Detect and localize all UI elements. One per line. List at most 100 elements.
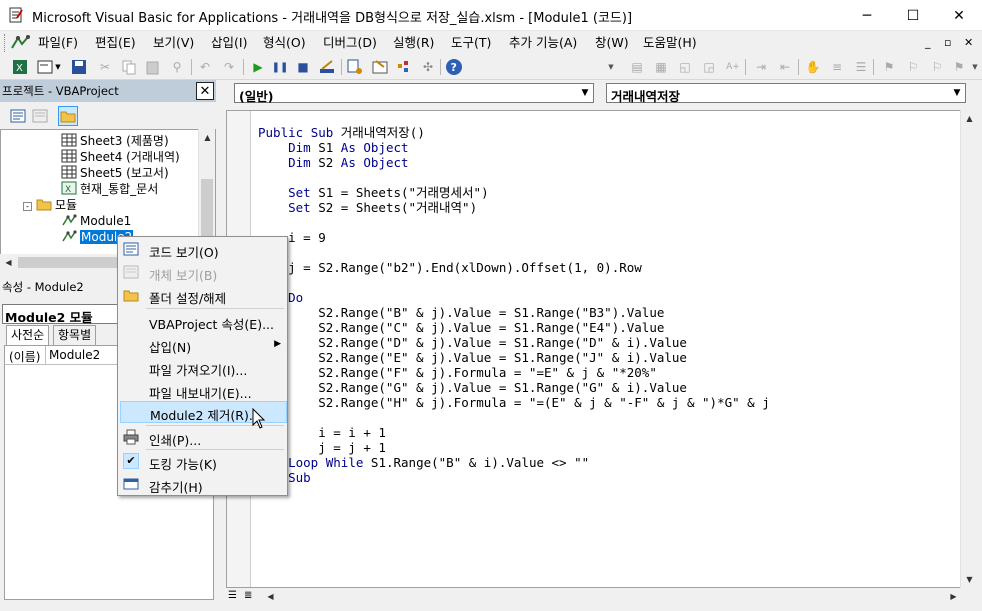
menu-debug[interactable]: 디버그(D) bbox=[323, 34, 377, 52]
tree-item-workbook[interactable]: X 현재_통합_문서 bbox=[61, 181, 158, 197]
toggle-folders-icon[interactable] bbox=[58, 106, 78, 126]
scroll-left-icon[interactable]: ◀ bbox=[0, 254, 17, 271]
menu-format[interactable]: 형식(O) bbox=[263, 34, 306, 52]
uncomment-block-icon[interactable]: ☰ bbox=[852, 58, 870, 76]
tree-item-sheet4[interactable]: Sheet4 (거래내역) bbox=[61, 149, 180, 165]
view-code-icon[interactable] bbox=[8, 106, 28, 126]
properties-window-icon[interactable] bbox=[371, 58, 389, 76]
help-icon[interactable]: ? bbox=[445, 58, 463, 76]
code-line[interactable]: Set S2 = Sheets("거래내역") bbox=[258, 200, 770, 215]
code-line[interactable]: S2.Range("F" & j).Formula = "=E" & j & "… bbox=[258, 365, 770, 380]
menu-view[interactable]: 보기(V) bbox=[153, 34, 194, 52]
code-line[interactable]: Dim S1 As Object bbox=[258, 140, 770, 155]
menu-run[interactable]: 실행(R) bbox=[393, 34, 434, 52]
code-line[interactable]: i = i + 1 bbox=[258, 425, 770, 440]
code-line[interactable]: Set S1 = Sheets("거래명세서") bbox=[258, 185, 770, 200]
code-editor[interactable]: Public Sub 거래내역저장() Dim S1 As Object Dim… bbox=[226, 110, 962, 588]
scroll-up-icon[interactable]: ▲ bbox=[199, 129, 216, 146]
mdi-close-button[interactable]: ✕ bbox=[964, 36, 973, 49]
ctx-export-file[interactable]: 파일 내보내기(E)... bbox=[120, 379, 287, 401]
code-line[interactable]: Loop While S1.Range("B" & i).Value <> "" bbox=[258, 455, 770, 470]
code-line[interactable]: i = 9 bbox=[258, 230, 770, 245]
ctx-toggle-folders[interactable]: 폴더 설정/해제 bbox=[120, 284, 287, 306]
tree-item-sheet3[interactable]: Sheet3 (제품명) bbox=[61, 133, 169, 149]
procedure-combo[interactable]: 거래내역저장 ▼ bbox=[606, 83, 966, 104]
outdent-icon[interactable]: ⇤ bbox=[776, 58, 794, 76]
quick-info-icon[interactable]: ◱ bbox=[676, 58, 694, 76]
toolbox-icon[interactable]: ✣ bbox=[419, 58, 437, 76]
ctx-import-file[interactable]: 파일 가져오기(I)... bbox=[120, 356, 287, 378]
code-line[interactable]: Sub bbox=[258, 470, 770, 485]
menu-window[interactable]: 창(W) bbox=[595, 34, 629, 52]
dropdown-arrow-icon[interactable]: ▼ bbox=[53, 58, 63, 76]
full-module-view-icon[interactable]: ≣ bbox=[244, 590, 256, 603]
chevron-down-icon[interactable]: ▼ bbox=[577, 84, 593, 102]
code-line[interactable]: j = j + 1 bbox=[258, 440, 770, 455]
design-mode-icon[interactable] bbox=[318, 58, 336, 76]
tree-item-module1[interactable]: Module1 bbox=[61, 213, 131, 229]
code-line[interactable] bbox=[258, 410, 770, 425]
code-line[interactable] bbox=[258, 170, 770, 185]
mdi-restore-button[interactable]: ▫ bbox=[944, 36, 951, 49]
insert-userform-icon[interactable] bbox=[36, 58, 54, 76]
indent-icon[interactable]: ⇥ bbox=[752, 58, 770, 76]
toggle-bookmark-icon[interactable]: ⚑ bbox=[880, 58, 898, 76]
clear-bookmarks-icon[interactable]: ⚑ bbox=[950, 58, 968, 76]
tab-alphabetic[interactable]: 사전순 bbox=[6, 325, 50, 345]
code-line[interactable] bbox=[258, 275, 770, 290]
chevron-down-icon[interactable]: ▼ bbox=[949, 84, 965, 102]
find-icon[interactable]: ⚲ bbox=[168, 58, 186, 76]
code-line[interactable]: Dim S2 As Object bbox=[258, 155, 770, 170]
object-browser-icon[interactable] bbox=[395, 58, 413, 76]
break-icon[interactable]: ❚❚ bbox=[271, 58, 289, 76]
copy-icon[interactable] bbox=[120, 58, 138, 76]
toolbar-overflow-icon-2[interactable]: ▼ bbox=[970, 58, 980, 76]
scroll-down-icon[interactable]: ▼ bbox=[961, 571, 978, 588]
code-line[interactable]: S2.Range("H" & j).Formula = "=(E" & j & … bbox=[258, 395, 770, 410]
code-line[interactable]: S2.Range("E" & j).Value = S1.Range("J" &… bbox=[258, 350, 770, 365]
code-line[interactable]: Do bbox=[258, 290, 770, 305]
code-lines[interactable]: Public Sub 거래내역저장() Dim S1 As Object Dim… bbox=[258, 125, 770, 485]
tab-categorized[interactable]: 항목별 bbox=[53, 325, 97, 345]
collapse-icon[interactable]: - bbox=[23, 202, 32, 211]
view-excel-icon[interactable]: X bbox=[11, 58, 29, 76]
toggle-breakpoint-icon[interactable]: ✋ bbox=[804, 58, 822, 76]
list-constants-icon[interactable]: ▦ bbox=[652, 58, 670, 76]
menu-file[interactable]: 파일(F) bbox=[38, 34, 78, 52]
undo-icon[interactable]: ↶ bbox=[196, 58, 214, 76]
maximize-button[interactable]: ☐ bbox=[890, 0, 936, 31]
toolbar-overflow-icon[interactable]: ▼ bbox=[606, 58, 616, 76]
code-horizontal-scrollbar[interactable]: ☰ ≣ ◀ ▶ bbox=[226, 588, 962, 605]
save-icon[interactable] bbox=[70, 58, 88, 76]
cut-icon[interactable]: ✂ bbox=[96, 58, 114, 76]
menu-tools[interactable]: 도구(T) bbox=[451, 34, 491, 52]
ctx-insert[interactable]: 삽입(N) ▶ bbox=[120, 333, 287, 355]
list-properties-icon[interactable]: ▤ bbox=[628, 58, 646, 76]
scroll-up-icon[interactable]: ▲ bbox=[961, 110, 978, 127]
menu-grip[interactable] bbox=[4, 34, 7, 52]
code-line[interactable]: S2.Range("D" & j).Value = S1.Range("D" &… bbox=[258, 335, 770, 350]
close-button[interactable]: ✕ bbox=[936, 0, 982, 31]
ctx-view-code[interactable]: 코드 보기(O) bbox=[120, 238, 287, 260]
project-close-button[interactable]: ✕ bbox=[196, 82, 214, 100]
reset-icon[interactable]: ■ bbox=[294, 58, 312, 76]
redo-icon[interactable]: ↷ bbox=[220, 58, 238, 76]
code-vertical-scrollbar[interactable]: ▲ ▼ bbox=[960, 110, 977, 588]
code-line[interactable]: S2.Range("G" & j).Value = S1.Range("G" &… bbox=[258, 380, 770, 395]
code-line[interactable]: j = S2.Range("b2").End(xlDown).Offset(1,… bbox=[258, 260, 770, 275]
previous-bookmark-icon[interactable]: ⚐ bbox=[928, 58, 946, 76]
ctx-project-properties[interactable]: VBAProject 속성(E)... bbox=[120, 310, 287, 332]
code-line[interactable]: S2.Range("C" & j).Value = S1.Range("E4")… bbox=[258, 320, 770, 335]
menu-help[interactable]: 도움말(H) bbox=[643, 34, 697, 52]
complete-word-icon[interactable]: A+ bbox=[724, 58, 742, 76]
next-bookmark-icon[interactable]: ⚐ bbox=[904, 58, 922, 76]
project-explorer-icon[interactable] bbox=[346, 58, 364, 76]
scroll-thumb[interactable] bbox=[18, 257, 128, 268]
ctx-dockable[interactable]: ✔ 도킹 가능(K) bbox=[120, 450, 287, 472]
property-value[interactable]: Module2 bbox=[49, 348, 100, 362]
mdi-minimize-button[interactable]: _ bbox=[925, 36, 931, 49]
scroll-left-icon[interactable]: ◀ bbox=[262, 588, 279, 605]
run-icon[interactable]: ▶ bbox=[249, 58, 267, 76]
code-line[interactable] bbox=[258, 245, 770, 260]
menu-addins[interactable]: 추가 기능(A) bbox=[509, 34, 577, 52]
